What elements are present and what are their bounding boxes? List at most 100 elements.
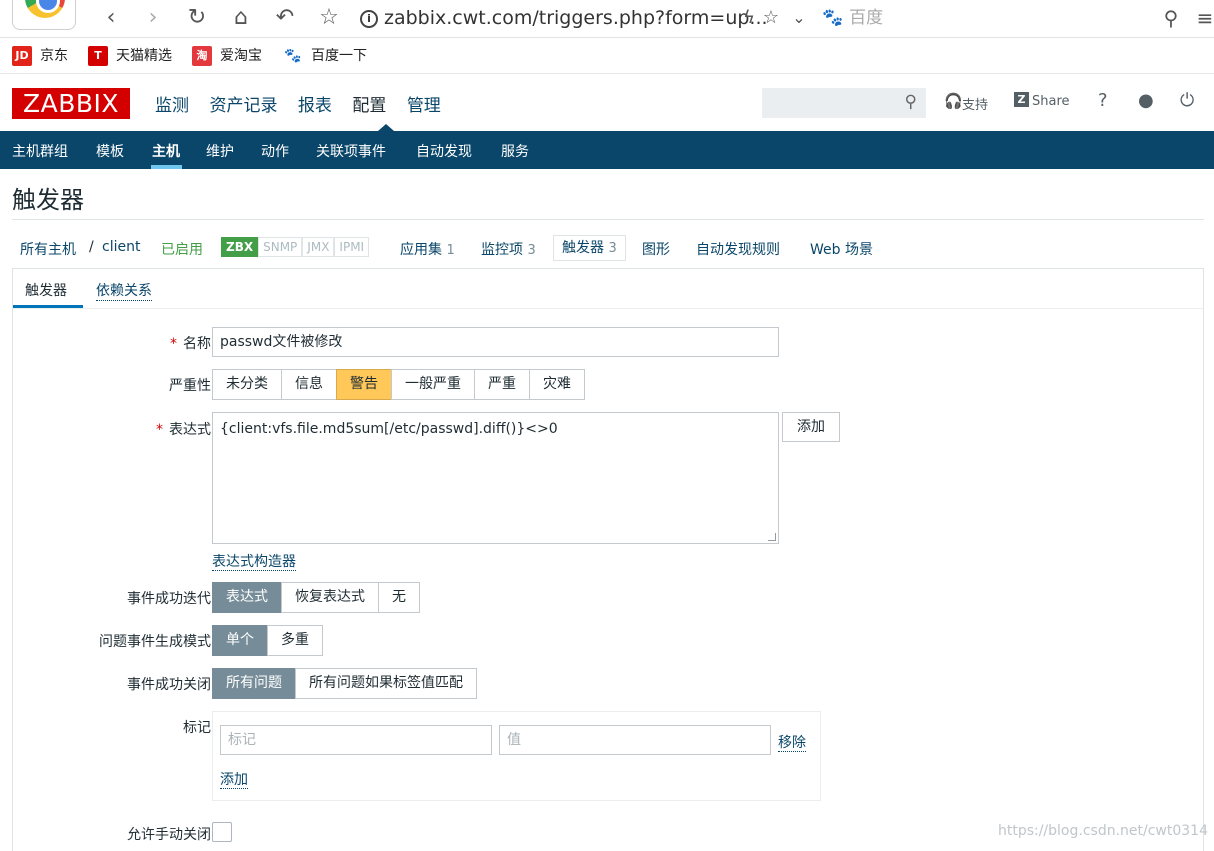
bookmark-label: 百度一下 [311,48,367,64]
breadcrumb-discovery-rules[interactable]: 自动发现规则 [696,239,780,259]
triggers-label: 触发器 [562,240,604,256]
support-link[interactable]: 支持 [962,94,988,113]
dropdown-icon[interactable]: ⌄ [784,2,814,34]
global-search-input[interactable]: ⚲ [762,88,926,118]
submenu-correlation[interactable]: 关联项事件 [316,141,386,161]
submenu-actions[interactable]: 动作 [261,141,289,161]
submenu-maintenance[interactable]: 维护 [206,141,234,161]
expression-builder-text: 表达式构造器 [212,554,296,571]
submenu-hosts[interactable]: 主机 [152,141,180,161]
forward-icon[interactable]: › [138,2,168,34]
breadcrumb-all-hosts[interactable]: 所有主机 [20,239,76,259]
add-tag-text: 添加 [220,772,248,789]
search-icon[interactable]: ⚲ [1156,2,1186,34]
menu-inventory[interactable]: 资产记录 [209,91,277,116]
add-expression-button[interactable]: 添加 [782,412,840,442]
breadcrumb-web-scenarios[interactable]: Web 场景 [810,239,873,259]
ok-close-label: 事件成功关闭 [127,677,211,693]
ok-close-tag-match[interactable]: 所有问题如果标签值匹配 [295,668,477,699]
back-icon[interactable]: ‹ [96,2,126,34]
form-tabs: 触发器 依赖关系 [13,269,1203,309]
ok-event-none[interactable]: 无 [378,582,420,613]
breadcrumb-applications[interactable]: 应用集 1 [400,239,455,259]
info-icon[interactable]: i [360,10,378,28]
submenu-discovery[interactable]: 自动发现 [416,141,472,161]
problem-mode-multiple[interactable]: 多重 [267,625,323,656]
jd-icon: JD [12,46,32,66]
expression-textarea[interactable]: {client:vfs.file.md5sum[/etc/passwd].dif… [212,412,779,544]
manual-close-checkbox[interactable] [212,822,232,842]
search-engine-label: 百度 [849,8,884,28]
headset-icon: 🎧 [944,92,963,110]
bookmark-aitaobao[interactable]: 淘爱淘宝 [192,45,262,67]
ok-event-expression[interactable]: 表达式 [212,582,282,613]
watermark: https://blog.csdn.net/cwt0314 [997,823,1208,839]
breadcrumb-triggers[interactable]: 触发器 3 [553,235,626,261]
resize-handle[interactable] [768,533,776,541]
problem-mode-single[interactable]: 单个 [212,625,268,656]
share-link[interactable]: Share [1032,94,1070,109]
ok-close-all-problems[interactable]: 所有问题 [212,668,296,699]
home-icon[interactable]: ⌂ [226,2,256,34]
reload-icon[interactable]: ↻ [182,2,212,34]
severity-selector: 未分类 信息 警告 一般严重 严重 灾难 [212,369,585,400]
tag-value-input[interactable]: 值 [499,725,771,755]
breadcrumb-host[interactable]: client [102,239,140,255]
ok-close-selector: 所有问题 所有问题如果标签值匹配 [212,668,477,699]
browser-search-box[interactable]: 🐾 百度 [822,6,883,30]
bookmark-label: 天猫精选 [116,48,172,64]
menu-icon[interactable]: ≡ [1190,2,1214,34]
bookmark-star-icon[interactable]: ☆ [756,2,786,34]
browser-logo-icon [12,0,76,30]
undo-icon[interactable]: ↶ [270,2,300,34]
bookmark-label: 爱淘宝 [220,48,262,64]
name-input[interactable]: passwd文件被修改 [212,327,779,357]
logout-icon[interactable]: ⏻ [1180,90,1194,111]
name-label: * 名称 [170,333,211,353]
add-tag-link[interactable]: 添加 [220,769,248,789]
problem-mode-selector: 单个 多重 [212,625,323,656]
severity-average[interactable]: 一般严重 [391,369,475,400]
submenu-services[interactable]: 服务 [501,141,529,161]
host-breadcrumb: 所有主机 / client 已启用 ZBX SNMP JMX IPMI 应用集 … [12,235,1204,261]
bookmark-baidu[interactable]: 🐾 百度一下 [283,45,367,67]
menu-administration[interactable]: 管理 [407,91,441,116]
menu-reports[interactable]: 报表 [298,91,332,116]
availability-badges: ZBX SNMP JMX IPMI [221,237,370,257]
severity-not-classified[interactable]: 未分类 [212,369,282,400]
breadcrumb-items[interactable]: 监控项 3 [481,239,536,259]
severity-warning[interactable]: 警告 [336,369,392,400]
snmp-badge: SNMP [258,237,303,257]
submenu-templates[interactable]: 模板 [96,141,124,161]
breadcrumb-graphs[interactable]: 图形 [642,239,670,259]
host-status[interactable]: 已启用 [161,239,203,259]
bookmark-label: 京东 [40,48,68,64]
manual-close-label: 允许手动关闭 [127,827,211,843]
tags-label: 标记 [183,720,211,736]
zabbix-logo[interactable]: ZABBIX [12,88,130,119]
applications-count: 1 [446,243,455,258]
help-icon[interactable]: ? [1098,90,1108,111]
submenu-host-groups[interactable]: 主机群组 [12,141,68,161]
bookmark-tmall[interactable]: T 天猫精选 [88,45,172,67]
jmx-badge: JMX [302,237,335,257]
expression-text: {client:vfs.file.md5sum[/etc/passwd].dif… [220,421,558,437]
severity-high[interactable]: 严重 [474,369,530,400]
severity-disaster[interactable]: 灾难 [529,369,585,400]
user-profile-icon[interactable]: ● [1138,90,1154,111]
tab-dependencies[interactable]: 依赖关系 [96,280,152,301]
expression-label: * 表达式 [156,419,211,439]
favorite-star-icon[interactable]: ☆ [314,2,344,34]
remove-tag-link[interactable]: 移除 [778,732,806,752]
expression-builder-link[interactable]: 表达式构造器 [212,551,296,571]
ok-event-selector: 表达式 恢复表达式 无 [212,582,420,613]
bookmark-jd[interactable]: JD 京东 [12,45,68,67]
ok-event-recovery-expression[interactable]: 恢复表达式 [281,582,379,613]
menu-configuration[interactable]: 配置 [352,91,386,116]
tab-trigger[interactable]: 触发器 [25,280,67,300]
ipmi-badge: IPMI [334,237,370,257]
severity-information[interactable]: 信息 [281,369,337,400]
search-icon[interactable]: ⚲ [905,92,917,112]
menu-monitoring[interactable]: 监测 [155,91,189,116]
tag-name-input[interactable]: 标记 [220,725,492,755]
